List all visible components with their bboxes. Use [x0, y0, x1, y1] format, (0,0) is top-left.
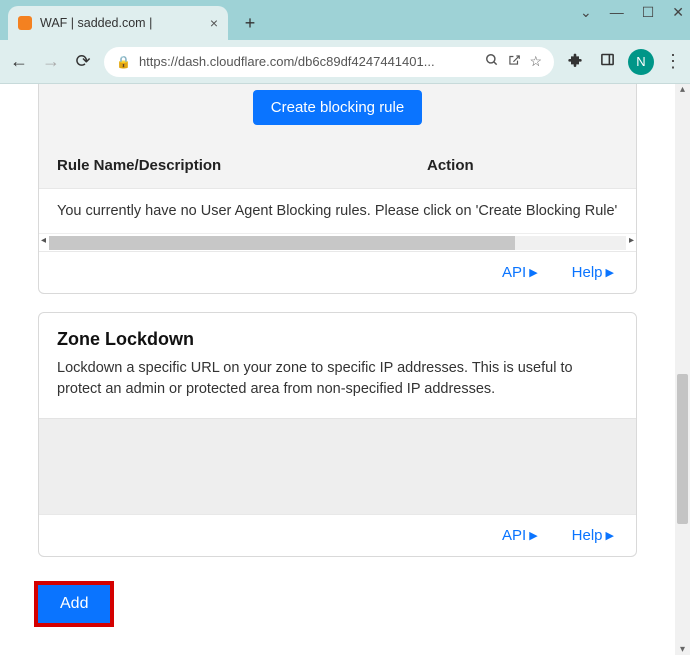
bookmark-star-icon[interactable]: ☆	[529, 53, 542, 70]
caret-right-icon: ▶	[606, 266, 614, 279]
close-window-icon[interactable]: ✕	[672, 4, 684, 21]
minimize-icon[interactable]: ―	[610, 4, 624, 21]
v-scrollbar-thumb[interactable]	[677, 374, 688, 524]
ua-blocking-card: Create blocking rule Rule Name/Descripti…	[38, 84, 637, 294]
lock-icon: 🔒	[116, 55, 131, 69]
ua-api-link[interactable]: API ▶	[502, 264, 538, 281]
api-link-label: API	[502, 264, 526, 281]
zone-api-link[interactable]: API ▶	[502, 527, 538, 544]
chevron-down-icon[interactable]: ⌄	[580, 4, 592, 21]
scroll-up-arrow-icon[interactable]: ▴	[675, 84, 690, 95]
extensions-icon[interactable]	[564, 51, 586, 72]
zone-lockdown-description: Lockdown a specific URL on your zone to …	[57, 358, 618, 400]
zone-help-link[interactable]: Help ▶	[572, 527, 614, 544]
browser-tab[interactable]: WAF | sadded.com | ×	[8, 6, 228, 40]
horizontal-scrollbar[interactable]: ◂ ▸	[39, 233, 636, 251]
tab-title: WAF | sadded.com |	[40, 16, 202, 30]
new-tab-button[interactable]: +	[236, 9, 264, 37]
avatar-letter: N	[636, 54, 645, 69]
forward-button: →	[40, 51, 62, 72]
page-content: Create blocking rule Rule Name/Descripti…	[0, 84, 675, 655]
search-icon[interactable]	[485, 53, 499, 70]
url-text: https://dash.cloudflare.com/db6c89df4247…	[139, 54, 477, 69]
zone-card-footer: API ▶ Help ▶	[39, 514, 636, 556]
close-tab-icon[interactable]: ×	[210, 15, 218, 31]
caret-right-icon: ▶	[529, 266, 537, 279]
scrollbar-thumb[interactable]	[49, 236, 515, 250]
page-viewport: Create blocking rule Rule Name/Descripti…	[0, 84, 690, 655]
create-blocking-rule-button[interactable]: Create blocking rule	[253, 90, 422, 125]
window-controls: ⌄ ― ☐ ✕	[580, 4, 684, 21]
share-icon[interactable]	[507, 53, 521, 70]
ua-help-link[interactable]: Help ▶	[572, 264, 614, 281]
profile-avatar[interactable]: N	[628, 49, 654, 75]
caret-right-icon: ▶	[529, 529, 537, 542]
add-button-row: Add	[38, 575, 637, 623]
col-action: Action	[427, 157, 474, 174]
caret-right-icon: ▶	[606, 529, 614, 542]
maximize-icon[interactable]: ☐	[642, 4, 655, 21]
zone-lockdown-card: Zone Lockdown Lockdown a specific URL on…	[38, 312, 637, 557]
menu-kebab-icon[interactable]: ⋮	[664, 51, 682, 72]
side-panel-icon[interactable]	[596, 51, 618, 72]
scroll-left-arrow-icon[interactable]: ◂	[41, 235, 46, 246]
help-link-label: Help	[572, 527, 603, 544]
scroll-right-arrow-icon[interactable]: ▸	[629, 235, 634, 246]
zone-lockdown-body	[39, 418, 636, 514]
api-link-label: API	[502, 527, 526, 544]
add-button[interactable]: Add	[38, 585, 110, 623]
rules-table-header: Rule Name/Description Action	[39, 139, 636, 188]
window-titlebar: WAF | sadded.com | × + ⌄ ― ☐ ✕	[0, 0, 690, 40]
address-bar: ← → ⟳ 🔒 https://dash.cloudflare.com/db6c…	[0, 40, 690, 84]
help-link-label: Help	[572, 264, 603, 281]
url-omnibox[interactable]: 🔒 https://dash.cloudflare.com/db6c89df42…	[104, 47, 554, 77]
vertical-scrollbar[interactable]: ▴ ▾	[675, 84, 690, 655]
zone-lockdown-title: Zone Lockdown	[57, 329, 618, 350]
col-rule-name: Rule Name/Description	[57, 157, 427, 174]
reload-button[interactable]: ⟳	[72, 51, 94, 72]
zone-lockdown-header: Zone Lockdown Lockdown a specific URL on…	[39, 313, 636, 406]
back-button[interactable]: ←	[8, 51, 30, 72]
scroll-down-arrow-icon[interactable]: ▾	[675, 644, 690, 655]
create-rule-row: Create blocking rule	[39, 84, 636, 139]
rules-empty-message: You currently have no User Agent Blockin…	[39, 188, 636, 233]
ua-card-footer: API ▶ Help ▶	[39, 251, 636, 293]
cloudflare-favicon	[18, 16, 32, 30]
